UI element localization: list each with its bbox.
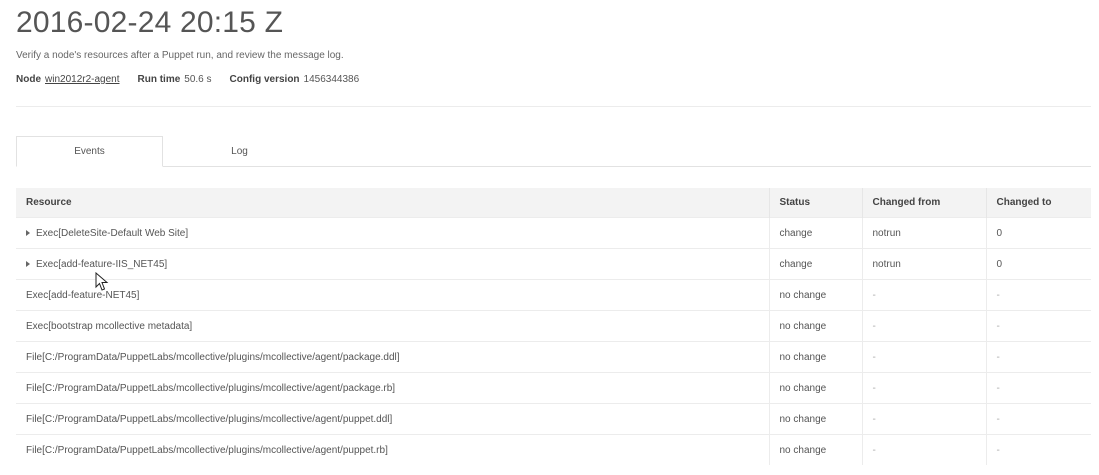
table-row[interactable]: Exec[DeleteSite-Default Web Site] change… [16, 217, 1091, 249]
resource-cell: Exec[add-feature-NET45] [16, 279, 770, 311]
config-version-label: Config version [229, 74, 300, 85]
expand-caret-icon[interactable] [26, 229, 30, 236]
status-cell: no change [769, 434, 863, 465]
changed-to-cell: 0 [986, 248, 1091, 280]
changed-to-cell: - [986, 403, 1091, 435]
status-cell: no change [769, 403, 863, 435]
status-cell: no change [769, 341, 863, 373]
resource-name: Exec[add-feature-IIS_NET45] [36, 258, 168, 270]
changed-to-cell: - [986, 341, 1091, 373]
column-header-status[interactable]: Status [769, 188, 863, 218]
meta-node: Node win2012r2-agent [16, 74, 120, 85]
resource-cell: Exec[bootstrap mcollective metadata] [16, 310, 770, 342]
expand-caret-icon[interactable] [26, 260, 30, 267]
resource-cell: File[C:/ProgramData/PuppetLabs/mcollecti… [16, 403, 770, 435]
table-row: File[C:/ProgramData/PuppetLabs/mcollecti… [16, 403, 1091, 435]
meta-runtime: Run time 50.6 s [138, 74, 212, 85]
resource-name: File[C:/ProgramData/PuppetLabs/mcollecti… [26, 351, 400, 363]
table-row: Exec[bootstrap mcollective metadata] no … [16, 310, 1091, 342]
header-divider [16, 106, 1091, 107]
resource-name: File[C:/ProgramData/PuppetLabs/mcollecti… [26, 413, 393, 425]
changed-to-cell: 0 [986, 217, 1091, 249]
resource-name: Exec[add-feature-NET45] [26, 289, 140, 301]
tab-events[interactable]: Events [16, 136, 163, 167]
tab-bar: Events Log [16, 136, 1091, 167]
changed-from-cell: - [862, 341, 987, 373]
runtime-value: 50.6 s [184, 74, 212, 85]
changed-from-cell: - [862, 372, 987, 404]
changed-from-cell: notrun [862, 248, 987, 280]
mouse-pointer-icon [95, 272, 109, 291]
changed-to-cell: - [986, 372, 1091, 404]
meta-config: Config version 1456344386 [230, 74, 360, 85]
page-subtitle: Verify a node's resources after a Puppet… [16, 50, 344, 61]
events-table: Resource Status Changed from Changed to … [16, 188, 1091, 465]
column-header-changed-from[interactable]: Changed from [862, 188, 987, 218]
changed-from-cell: notrun [862, 217, 987, 249]
resource-name: Exec[bootstrap mcollective metadata] [26, 320, 193, 332]
changed-to-cell: - [986, 310, 1091, 342]
table-row: File[C:/ProgramData/PuppetLabs/mcollecti… [16, 434, 1091, 465]
page-title: 2016-02-24 20:15 Z [16, 6, 284, 39]
resource-name: File[C:/ProgramData/PuppetLabs/mcollecti… [26, 444, 388, 456]
resource-cell: File[C:/ProgramData/PuppetLabs/mcollecti… [16, 372, 770, 404]
table-row: Exec[add-feature-NET45] no change - - [16, 279, 1091, 311]
status-cell: no change [769, 279, 863, 311]
changed-to-cell: - [986, 279, 1091, 311]
table-row: File[C:/ProgramData/PuppetLabs/mcollecti… [16, 372, 1091, 404]
table-row[interactable]: Exec[add-feature-IIS_NET45] change notru… [16, 248, 1091, 280]
runtime-label: Run time [137, 74, 181, 85]
resource-cell: File[C:/ProgramData/PuppetLabs/mcollecti… [16, 341, 770, 373]
changed-from-cell: - [862, 310, 987, 342]
table-header-row: Resource Status Changed from Changed to [16, 188, 1091, 218]
changed-to-cell: - [986, 434, 1091, 465]
changed-from-cell: - [862, 279, 987, 311]
resource-cell[interactable]: Exec[DeleteSite-Default Web Site] [16, 217, 770, 249]
tab-log[interactable]: Log [166, 136, 313, 166]
status-cell: change [769, 217, 863, 249]
status-cell: change [769, 248, 863, 280]
changed-from-cell: - [862, 403, 987, 435]
table-row: File[C:/ProgramData/PuppetLabs/mcollecti… [16, 341, 1091, 373]
report-page: 2016-02-24 20:15 Z Verify a node's resou… [0, 0, 1099, 475]
resource-name: File[C:/ProgramData/PuppetLabs/mcollecti… [26, 382, 396, 394]
column-header-changed-to[interactable]: Changed to [986, 188, 1091, 218]
changed-from-cell: - [862, 434, 987, 465]
config-version-value: 1456344386 [303, 74, 360, 85]
column-header-resource[interactable]: Resource [16, 188, 770, 218]
report-meta: Node win2012r2-agent Run time 50.6 s Confi… [16, 74, 359, 85]
status-cell: no change [769, 372, 863, 404]
node-link[interactable]: win2012r2-agent [45, 74, 120, 85]
node-label: Node [16, 74, 41, 85]
resource-cell[interactable]: Exec[add-feature-IIS_NET45] [16, 248, 770, 280]
status-cell: no change [769, 310, 863, 342]
resource-cell: File[C:/ProgramData/PuppetLabs/mcollecti… [16, 434, 770, 465]
resource-name: Exec[DeleteSite-Default Web Site] [36, 227, 189, 239]
